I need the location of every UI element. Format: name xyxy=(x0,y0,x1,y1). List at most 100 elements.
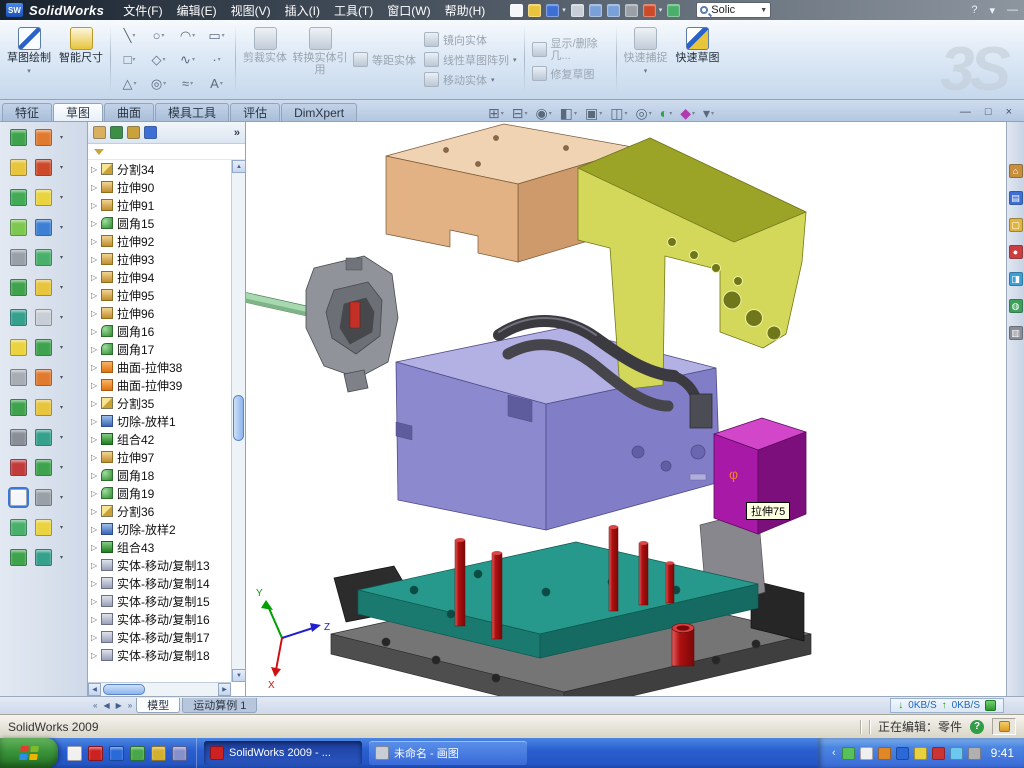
expand-arrow-icon[interactable]: ▷ xyxy=(91,453,100,462)
command-tab[interactable]: 评估 xyxy=(230,103,280,121)
expand-arrow-icon[interactable]: ▷ xyxy=(91,381,100,390)
tool-icon[interactable] xyxy=(10,549,27,566)
graphics-viewport[interactable]: φ Y Z xyxy=(246,122,1006,696)
tree-item[interactable]: ▷ 切除-放样1 xyxy=(88,412,231,430)
expand-arrow-icon[interactable]: ▷ xyxy=(91,345,100,354)
repair-sketch-button[interactable]: 修复草图 xyxy=(532,66,609,82)
dropdown-caret-icon[interactable]: ▾ xyxy=(218,56,221,63)
scroll-left-icon[interactable]: ◀ xyxy=(88,683,101,696)
print-icon[interactable] xyxy=(571,4,584,17)
tool-icon[interactable] xyxy=(10,189,27,206)
scroll-right-icon[interactable]: ▶ xyxy=(218,683,231,696)
tray-security-icon[interactable] xyxy=(914,747,927,760)
tree-item[interactable]: ▷ 组合43 xyxy=(88,538,231,556)
sketch-entity-button[interactable]: ◇ ▾ xyxy=(144,48,173,72)
tool-icon[interactable] xyxy=(10,339,27,356)
move-entities-button[interactable]: 移动实体 ▾ xyxy=(424,72,517,88)
scroll-up-icon[interactable]: ▲ xyxy=(232,160,246,173)
expand-arrow-icon[interactable]: ▷ xyxy=(91,525,100,534)
expand-arrow-icon[interactable]: ▷ xyxy=(91,417,100,426)
tray-volume-icon[interactable] xyxy=(950,747,963,760)
expand-arrow-icon[interactable]: ▷ xyxy=(91,615,100,624)
tree-item[interactable]: ▷ 实体-移动/复制18 xyxy=(88,646,231,664)
expand-arrow-icon[interactable]: ▷ xyxy=(91,399,100,408)
tool-icon[interactable] xyxy=(35,549,52,566)
offset-entities-button[interactable]: 等距实体 xyxy=(353,52,416,68)
dropdown-caret-icon[interactable]: ▾ xyxy=(220,80,223,87)
expand-arrow-icon[interactable]: ▷ xyxy=(91,561,100,570)
save-icon[interactable] xyxy=(546,4,559,17)
command-tab[interactable]: 模具工具 xyxy=(155,103,229,121)
sketch-entity-button[interactable]: ╲ ▾ xyxy=(115,24,144,48)
part-actuator-rod[interactable] xyxy=(246,292,316,318)
search-box[interactable]: ▼ xyxy=(696,2,771,18)
dropdown-caret-icon[interactable]: ▾ xyxy=(513,56,517,64)
tree-item[interactable]: ▷ 拉伸96 xyxy=(88,304,231,322)
expand-arrow-icon[interactable]: ▷ xyxy=(91,291,100,300)
net-monitor-icon[interactable] xyxy=(985,700,996,711)
dropdown-caret-icon[interactable]: ▾ xyxy=(599,110,602,117)
command-tab[interactable]: 特征 xyxy=(2,103,52,121)
tool-icon[interactable] xyxy=(10,489,27,506)
tray-antivirus-icon[interactable] xyxy=(842,747,855,760)
expand-arrow-icon[interactable]: ▷ xyxy=(91,219,100,228)
dropdown-caret-icon[interactable]: ▾ xyxy=(501,110,504,117)
tree-item[interactable]: ▷ 实体-移动/复制17 xyxy=(88,628,231,646)
dropdown-caret-icon[interactable]: ▾ xyxy=(624,110,627,117)
dropdown-caret-icon[interactable]: ▾ xyxy=(222,32,225,39)
dropdown-caret-icon[interactable]: ▾ xyxy=(644,66,648,78)
resources-home-icon[interactable]: ⌂ xyxy=(1009,164,1023,178)
dropdown-caret-icon[interactable]: ▾ xyxy=(60,374,63,381)
task-button[interactable]: 未命名 - 画图 xyxy=(369,741,527,765)
dropdown-caret-icon[interactable]: ▾ xyxy=(60,434,63,441)
redo-icon[interactable] xyxy=(607,4,620,17)
view-settings-icon[interactable]: ▾ ▾ xyxy=(703,105,714,122)
undo-icon[interactable] xyxy=(589,4,602,17)
minimize-button[interactable]: — xyxy=(1007,4,1018,16)
dropdown-caret-icon[interactable]: ▾ xyxy=(549,110,552,117)
dropdown-caret-icon[interactable]: ▾ xyxy=(692,110,695,117)
ql-mail-icon[interactable] xyxy=(151,746,166,761)
document-tab[interactable]: 模型 xyxy=(136,698,180,713)
dropdown-caret-icon[interactable]: ▾ xyxy=(190,80,193,87)
tree-item[interactable]: ▷ 实体-移动/复制15 xyxy=(88,592,231,610)
dropdown-caret-icon[interactable]: ▾ xyxy=(60,314,63,321)
tree-item[interactable]: ▷ 拉伸91 xyxy=(88,196,231,214)
smart-dimension-button[interactable]: 智能尺寸 xyxy=(56,23,106,96)
dropdown-caret-icon[interactable]: ▾ xyxy=(163,80,166,87)
ql-media-icon[interactable] xyxy=(130,746,145,761)
tree-vertical-scrollbar[interactable]: ▲ ▼ xyxy=(231,160,245,682)
tree-item[interactable]: ▷ 拉伸92 xyxy=(88,232,231,250)
tree-item[interactable]: ▷ 圆角18 xyxy=(88,466,231,484)
trim-entities-button[interactable]: 剪裁实体 xyxy=(240,23,290,96)
rebuild-icon[interactable] xyxy=(643,4,656,17)
tool-icon[interactable] xyxy=(35,309,52,326)
tool-icon[interactable] xyxy=(10,519,27,536)
command-tab[interactable]: 草图 xyxy=(53,103,103,121)
dropdown-caret-icon[interactable]: ▾ xyxy=(133,80,136,87)
tool-icon[interactable] xyxy=(35,399,52,416)
tree-horizontal-scrollbar[interactable]: ◀ ▶ xyxy=(88,682,231,696)
expand-arrow-icon[interactable]: ▷ xyxy=(91,651,100,660)
dropdown-caret-icon[interactable]: ▾ xyxy=(60,404,63,411)
dropdown-caret-icon[interactable]: ▾ xyxy=(60,134,63,141)
tree-item[interactable]: ▷ 分割35 xyxy=(88,394,231,412)
sketch-entity-button[interactable]: ∿ ▾ xyxy=(173,48,202,72)
status-help-icon[interactable]: ? xyxy=(970,720,984,734)
tree-filter-row[interactable] xyxy=(88,144,245,160)
tree-item[interactable]: ▷ 曲面-拉伸38 xyxy=(88,358,231,376)
tray-messenger-icon[interactable] xyxy=(932,747,945,760)
sketch-entity-button[interactable]: ◠ ▾ xyxy=(173,24,202,48)
expand-arrow-icon[interactable]: ▷ xyxy=(91,507,100,516)
task-button[interactable]: SolidWorks 2009 - ... xyxy=(204,741,362,765)
tree-item[interactable]: ▷ 分割36 xyxy=(88,502,231,520)
tab-nav-arrow-icon[interactable]: « xyxy=(90,701,100,710)
document-recovery-icon[interactable]: ▥ xyxy=(1009,326,1023,340)
tab-nav-arrow-icon[interactable]: ◀ xyxy=(100,701,112,710)
sketch-button[interactable]: 草图绘制 ▾ xyxy=(4,23,54,96)
dropdown-caret-icon[interactable]: ▾ xyxy=(192,56,195,63)
tree-item[interactable]: ▷ 拉伸97 xyxy=(88,448,231,466)
expand-arrow-icon[interactable]: ▷ xyxy=(91,435,100,444)
dropdown-caret-icon[interactable]: ▾ xyxy=(60,254,63,261)
ql-browser-icon[interactable] xyxy=(109,746,124,761)
